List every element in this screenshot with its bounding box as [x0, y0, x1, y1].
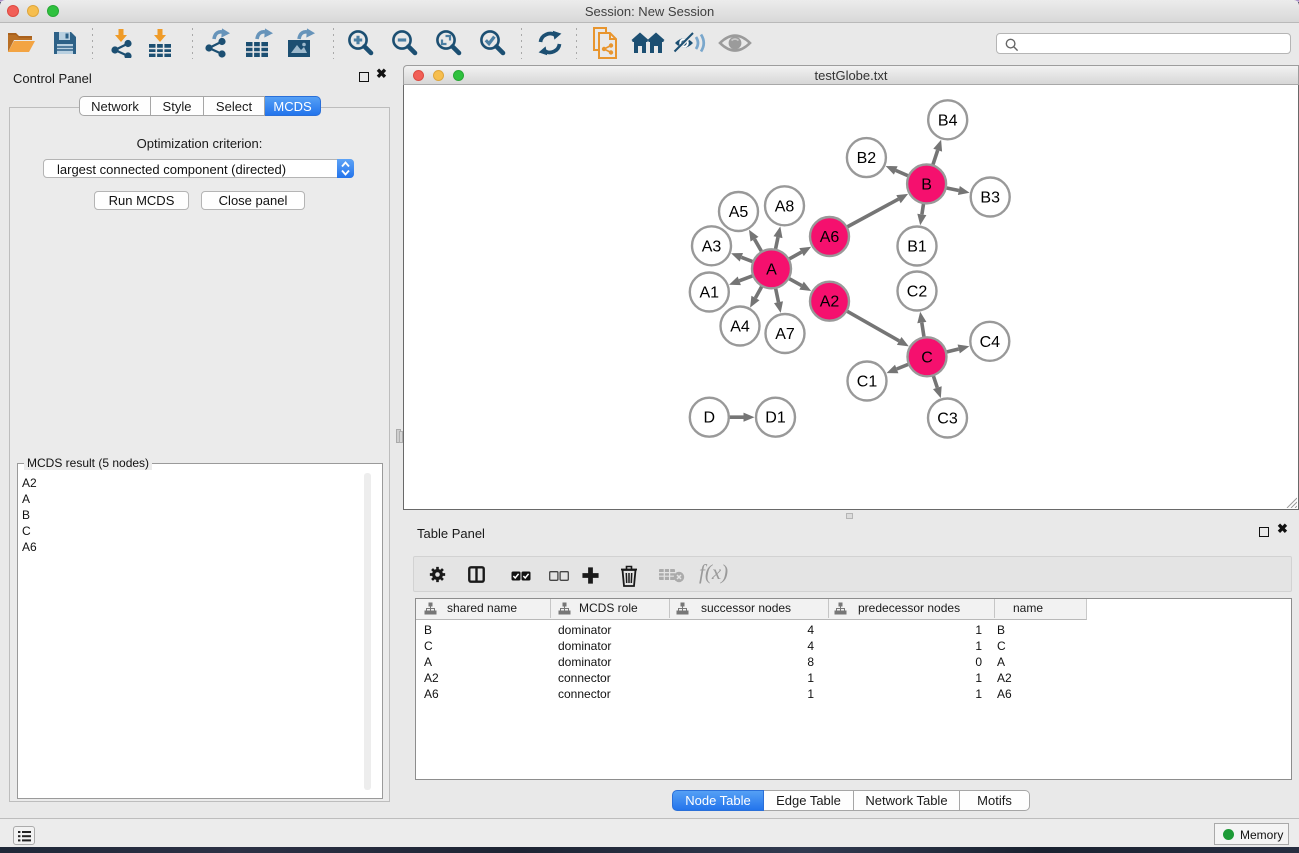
svg-text:B3: B3 [980, 190, 1000, 207]
svg-text:C: C [921, 349, 933, 366]
svg-text:A: A [766, 261, 777, 278]
svg-text:B: B [921, 176, 932, 193]
svg-text:C4: C4 [980, 334, 1001, 351]
svg-text:A1: A1 [700, 285, 720, 302]
svg-text:A8: A8 [775, 198, 795, 215]
svg-text:A6: A6 [820, 229, 840, 246]
svg-text:A3: A3 [702, 238, 722, 255]
svg-text:A4: A4 [730, 319, 750, 336]
svg-text:B1: B1 [907, 239, 927, 256]
svg-text:D1: D1 [765, 410, 786, 427]
svg-text:B2: B2 [857, 150, 877, 167]
svg-text:A7: A7 [775, 326, 795, 343]
svg-text:C1: C1 [857, 374, 878, 391]
svg-text:A2: A2 [820, 294, 840, 311]
svg-text:C3: C3 [937, 411, 958, 428]
svg-text:D: D [704, 410, 716, 427]
svg-text:B4: B4 [938, 112, 958, 129]
svg-text:C2: C2 [907, 284, 928, 301]
svg-text:A5: A5 [729, 204, 749, 221]
